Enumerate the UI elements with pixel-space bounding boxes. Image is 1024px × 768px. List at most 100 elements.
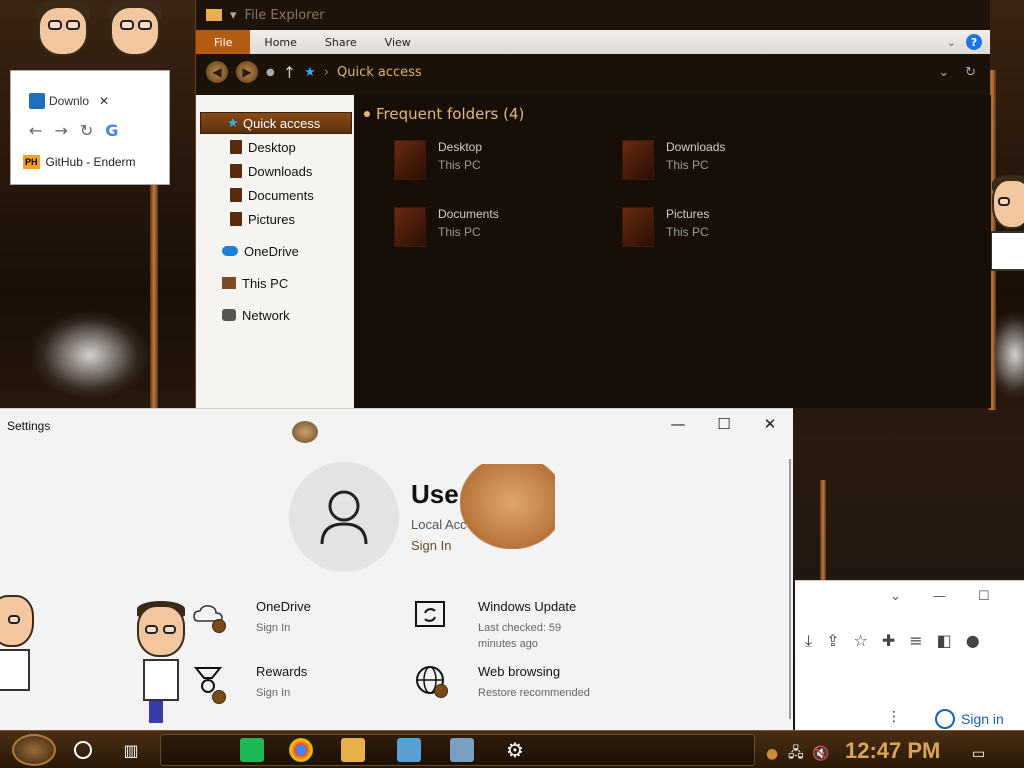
back-icon[interactable]: ← <box>29 121 42 140</box>
nav-item-pictures[interactable]: Pictures <box>230 208 295 230</box>
maximize-icon[interactable]: ☐ <box>978 589 990 604</box>
side-panel-icon[interactable]: ◧ <box>937 631 952 651</box>
download-icon[interactable]: ⤓ <box>805 631 812 651</box>
refresh-icon[interactable]: ↻ <box>965 65 976 80</box>
folder-location: This PC <box>438 158 481 172</box>
sign-in-button[interactable]: Sign in <box>935 709 1004 729</box>
address-field[interactable]: ★ › Quick access ⌄ ↻ <box>304 60 990 84</box>
settings-window[interactable]: Settings — ☐ ✕ Use Local Acc Sign In One… <box>0 408 793 730</box>
reload-icon[interactable]: ↻ <box>80 121 93 140</box>
search-icon[interactable] <box>74 741 92 759</box>
expand-ribbon-icon[interactable]: ⌄ <box>947 36 956 49</box>
settings-gear-icon[interactable]: ⚙ <box>503 738 527 762</box>
folder-name: Desktop <box>438 140 483 154</box>
chrome-icon[interactable] <box>289 738 313 762</box>
browser-tab[interactable]: Downlo ✕ <box>29 88 129 114</box>
tile-onedrive[interactable]: OneDrive Sign In <box>192 599 392 639</box>
notification-icon[interactable]: ▭ <box>972 740 985 768</box>
tile-web-browsing[interactable]: Web browsing Restore recommended <box>414 664 614 704</box>
forward-icon[interactable]: → <box>54 121 67 140</box>
3d-viewer-icon[interactable] <box>397 738 421 762</box>
media-icon[interactable]: ≡ <box>909 631 922 651</box>
nav-item-label: Pictures <box>248 211 295 227</box>
extensions-icon[interactable]: ✚ <box>882 631 895 651</box>
up-icon[interactable]: ↑ <box>283 63 296 82</box>
cartoon-character <box>100 0 180 60</box>
calculator-icon[interactable] <box>450 738 474 762</box>
nav-item-network[interactable]: Network <box>222 304 290 326</box>
folder-name: Documents <box>438 207 499 221</box>
close-tab-icon[interactable]: ✕ <box>99 94 109 108</box>
user-avatar <box>289 462 399 572</box>
maximize-button[interactable]: ☐ <box>701 415 747 439</box>
bookmark-label: GitHub - Enderm <box>45 155 136 169</box>
folder-icon <box>230 188 242 202</box>
folder-name: Downloads <box>666 140 726 154</box>
minimize-icon[interactable]: — <box>933 589 946 604</box>
nav-item-desktop[interactable]: Desktop <box>230 136 296 158</box>
recent-locations-icon[interactable]: ● <box>266 67 275 78</box>
nav-quick-access[interactable]: ★ Quick access <box>200 112 352 134</box>
tab-share[interactable]: Share <box>311 36 371 49</box>
address-dropdown-icon[interactable]: ⌄ <box>938 65 949 80</box>
bookmark-github[interactable]: PH GitHub - Enderm <box>23 155 136 169</box>
browser-window-background[interactable]: Downlo ✕ ← → ↻ G PH GitHub - Enderm <box>10 70 170 185</box>
help-icon[interactable]: ? <box>966 34 982 50</box>
pipe-left <box>150 170 158 410</box>
close-button[interactable]: ✕ <box>747 415 793 439</box>
status-badge-icon <box>212 690 226 704</box>
scrollbar[interactable] <box>789 459 791 719</box>
forward-icon[interactable]: ▶ <box>236 61 258 83</box>
nav-item-documents[interactable]: Documents <box>230 184 314 206</box>
person-icon <box>320 490 368 545</box>
profile-icon[interactable]: ● <box>966 631 980 651</box>
file-explorer-window[interactable]: ▾ File Explorer File Home Share View ⌄ ?… <box>195 0 991 408</box>
hamster-mascot-icon <box>460 464 555 549</box>
tab-file[interactable]: File <box>196 30 251 54</box>
back-icon[interactable]: ◀ <box>206 61 228 83</box>
sign-in-link[interactable]: Sign In <box>411 538 451 553</box>
group-header-label: Frequent folders (4) <box>376 105 525 123</box>
tray-dot-icon[interactable]: ● <box>766 740 778 768</box>
network-status-icon[interactable]: 🖧 <box>788 740 804 768</box>
folder-icon <box>622 140 654 180</box>
tile-title: Windows Update <box>478 599 577 614</box>
nav-item-onedrive[interactable]: OneDrive <box>222 240 299 262</box>
nav-item-this-pc[interactable]: This PC <box>222 272 288 294</box>
bookmark-star-icon[interactable]: ☆ <box>853 631 867 651</box>
download-favicon-icon <box>29 93 45 109</box>
file-explorer-icon[interactable] <box>341 738 365 762</box>
nav-item-label: This PC <box>242 275 289 291</box>
tab-search-icon[interactable]: ⌄ <box>890 589 901 604</box>
tile-rewards[interactable]: Rewards Sign In <box>192 664 392 704</box>
more-options-icon[interactable]: ⋮ <box>887 709 901 725</box>
volume-muted-icon[interactable]: 🔇 <box>812 740 829 768</box>
tab-view[interactable]: View <box>371 36 425 49</box>
account-type: Local Acc <box>411 517 467 532</box>
folder-tile-desktop[interactable]: Desktop This PC <box>394 140 482 180</box>
clock[interactable]: 12:47 PM <box>845 737 940 765</box>
cartoon-character <box>135 601 190 726</box>
tile-subtitle: Sign In <box>256 622 291 634</box>
folder-tile-pictures[interactable]: Pictures This PC <box>622 207 709 247</box>
quick-access-toolbar-icon[interactable]: ▾ <box>230 8 237 23</box>
frequent-folders-header[interactable]: Frequent folders (4) <box>364 105 524 123</box>
tile-windows-update[interactable]: Windows Update Last checked: 59 minutes … <box>414 599 614 650</box>
task-view-icon[interactable]: ▥ <box>120 736 142 764</box>
explorer-titlebar[interactable]: ▾ File Explorer <box>196 0 990 30</box>
taskbar: ▥ ⚙ ● 🖧 🔇 12:47 PM ▭ <box>0 730 1024 768</box>
nav-item-downloads[interactable]: Downloads <box>230 160 312 182</box>
bookmark-favicon-icon: PH <box>23 155 40 169</box>
decorative-moth-icon <box>292 421 318 443</box>
nav-item-label: Downloads <box>248 163 313 179</box>
start-button-icon[interactable] <box>12 734 56 766</box>
tab-home[interactable]: Home <box>250 36 310 49</box>
folder-tile-documents[interactable]: Documents This PC <box>394 207 499 247</box>
share-icon[interactable]: ⇪ <box>826 631 839 651</box>
folder-location: This PC <box>666 158 709 172</box>
notes-app-icon[interactable] <box>240 738 264 762</box>
folder-tile-downloads[interactable]: Downloads This PC <box>622 140 725 180</box>
update-icon <box>415 601 445 627</box>
minimize-button[interactable]: — <box>655 415 701 439</box>
browser-window-right[interactable]: ⌄ — ☐ ⤓ ⇪ ☆ ✚ ≡ ◧ ● ⋮ Sign in <box>795 580 1024 730</box>
